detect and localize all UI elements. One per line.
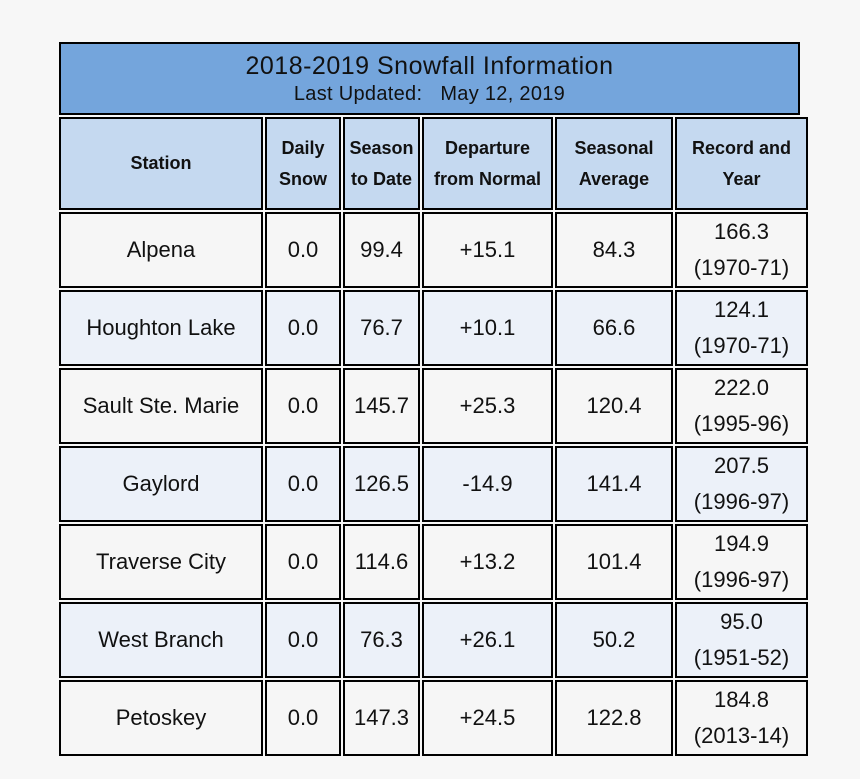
- record-cell: 124.1 (1970-71): [675, 290, 808, 366]
- record-year: (1996-97): [693, 567, 790, 592]
- season-to-date-cell: 76.7: [343, 290, 420, 366]
- departure-cell: +13.2: [422, 524, 553, 600]
- record-value: 194.9: [713, 531, 770, 556]
- station-cell: Alpena: [59, 212, 263, 288]
- daily-snow-cell: 0.0: [265, 602, 341, 678]
- record-cell: 166.3 (1970-71): [675, 212, 808, 288]
- season-to-date-cell: 76.3: [343, 602, 420, 678]
- station-cell: West Branch: [59, 602, 263, 678]
- season-to-date-cell: 99.4: [343, 212, 420, 288]
- station-cell: Petoskey: [59, 680, 263, 756]
- record-cell: 184.8 (2013-14): [675, 680, 808, 756]
- seasonal-average-cell: 120.4: [555, 368, 673, 444]
- record-value: 222.0: [713, 375, 770, 400]
- record-cell: 207.5 (1996-97): [675, 446, 808, 522]
- departure-cell: +10.1: [422, 290, 553, 366]
- seasonal-average-cell: 122.8: [555, 680, 673, 756]
- last-updated-date: May 12, 2019: [440, 83, 566, 105]
- record-cell: 194.9 (1996-97): [675, 524, 808, 600]
- season-to-date-cell: 145.7: [343, 368, 420, 444]
- header-record-year: Record and Year: [675, 117, 808, 210]
- departure-cell: +15.1: [422, 212, 553, 288]
- last-updated: Last Updated: May 12, 2019: [61, 81, 798, 107]
- daily-snow-cell: 0.0: [265, 290, 341, 366]
- season-to-date-cell: 114.6: [343, 524, 420, 600]
- record-year: (2013-14): [693, 723, 790, 748]
- daily-snow-cell: 0.0: [265, 680, 341, 756]
- record-value: 95.0: [720, 609, 763, 634]
- record-year: (1995-96): [693, 411, 790, 436]
- record-cell: 95.0 (1951-52): [675, 602, 808, 678]
- header-seasonal-average: Seasonal Average: [555, 117, 673, 210]
- record-value: 207.5: [713, 453, 770, 478]
- daily-snow-cell: 0.0: [265, 524, 341, 600]
- season-to-date-cell: 147.3: [343, 680, 420, 756]
- header-station: Station: [59, 117, 263, 210]
- seasonal-average-cell: 50.2: [555, 602, 673, 678]
- table-row: Petoskey 0.0 147.3 +24.5 122.8 184.8 (2013-14): [59, 680, 808, 756]
- seasonal-average-cell: 141.4: [555, 446, 673, 522]
- snowfall-sheet: 2018-2019 Snowfall Information Last Upda…: [59, 42, 808, 758]
- table-row: Traverse City 0.0 114.6 +13.2 101.4 194.9 (199…: [59, 524, 808, 600]
- table-row: Alpena 0.0 99.4 +15.1 84.3 166.3 (1970-71): [59, 212, 808, 288]
- station-cell: Traverse City: [59, 524, 263, 600]
- seasonal-average-cell: 66.6: [555, 290, 673, 366]
- table-body: Alpena 0.0 99.4 +15.1 84.3 166.3 (1970-71) Houg…: [59, 212, 808, 756]
- seasonal-average-cell: 84.3: [555, 212, 673, 288]
- daily-snow-cell: 0.0: [265, 446, 341, 522]
- record-year: (1951-52): [693, 645, 790, 670]
- departure-cell: +24.5: [422, 680, 553, 756]
- record-value: 166.3: [713, 219, 770, 244]
- table-title: 2018-2019 Snowfall Information: [245, 52, 614, 80]
- station-cell: Gaylord: [59, 446, 263, 522]
- record-year: (1996-97): [693, 489, 790, 514]
- station-cell: Sault Ste. Marie: [59, 368, 263, 444]
- daily-snow-cell: 0.0: [265, 212, 341, 288]
- seasonal-average-cell: 101.4: [555, 524, 673, 600]
- record-year: (1970-71): [693, 255, 790, 280]
- record-value: 184.8: [713, 687, 770, 712]
- station-cell: Houghton Lake: [59, 290, 263, 366]
- departure-cell: +25.3: [422, 368, 553, 444]
- header-season-to-date: Season to Date: [343, 117, 420, 210]
- daily-snow-cell: 0.0: [265, 368, 341, 444]
- header-row: Station Daily Snow Season to Date Departur…: [59, 117, 808, 210]
- header-daily-snow: Daily Snow: [265, 117, 341, 210]
- record-year: (1970-71): [693, 333, 790, 358]
- season-to-date-cell: 126.5: [343, 446, 420, 522]
- title-banner: 2018-2019 Snowfall Information Last Upda…: [59, 42, 800, 115]
- snowfall-table: Station Daily Snow Season to Date Departur…: [57, 115, 810, 758]
- departure-cell: +26.1: [422, 602, 553, 678]
- record-value: 124.1: [713, 297, 770, 322]
- record-cell: 222.0 (1995-96): [675, 368, 808, 444]
- departure-cell: -14.9: [422, 446, 553, 522]
- last-updated-label: Last Updated:: [293, 83, 423, 105]
- table-row: Sault Ste. Marie 0.0 145.7 +25.3 120.4 222.0 (…: [59, 368, 808, 444]
- table-row: Gaylord 0.0 126.5 -14.9 141.4 207.5 (1996-97): [59, 446, 808, 522]
- table-row: Houghton Lake 0.0 76.7 +10.1 66.6 124.1 (1970-…: [59, 290, 808, 366]
- table-row: West Branch 0.0 76.3 +26.1 50.2 95.0 (1951-52): [59, 602, 808, 678]
- header-departure: Departure from Normal: [422, 117, 553, 210]
